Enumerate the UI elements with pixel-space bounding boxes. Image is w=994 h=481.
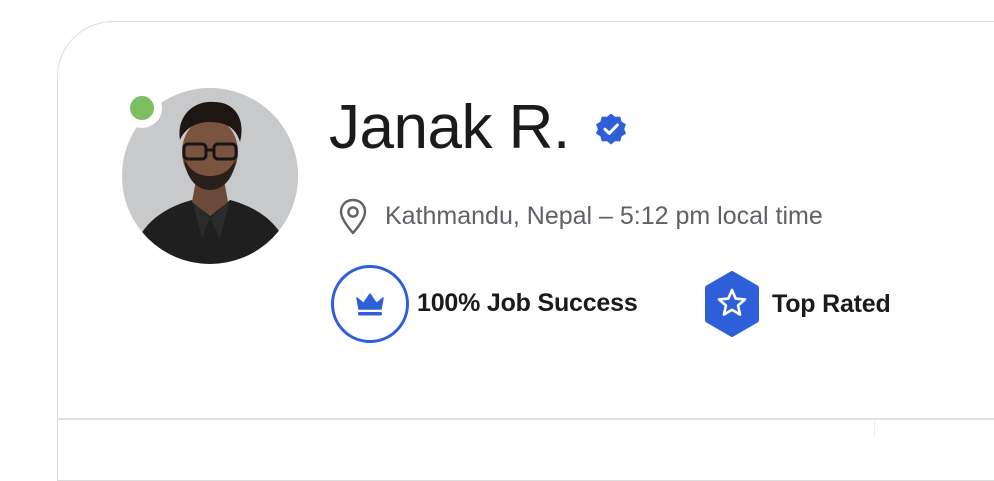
profile-name: Janak R. bbox=[329, 93, 570, 162]
location-text: Kathmandu, Nepal – 5:12 pm local time bbox=[385, 202, 823, 230]
online-status-indicator bbox=[130, 96, 154, 120]
star-badge-icon bbox=[705, 271, 759, 337]
section-divider bbox=[58, 418, 994, 420]
location-pin-icon bbox=[339, 198, 367, 235]
verified-badge-icon[interactable] bbox=[594, 112, 628, 146]
job-success-label: 100% Job Success bbox=[417, 289, 638, 317]
top-rated-label: Top Rated bbox=[772, 290, 891, 318]
column-divider bbox=[874, 419, 875, 436]
crown-icon bbox=[331, 265, 409, 343]
